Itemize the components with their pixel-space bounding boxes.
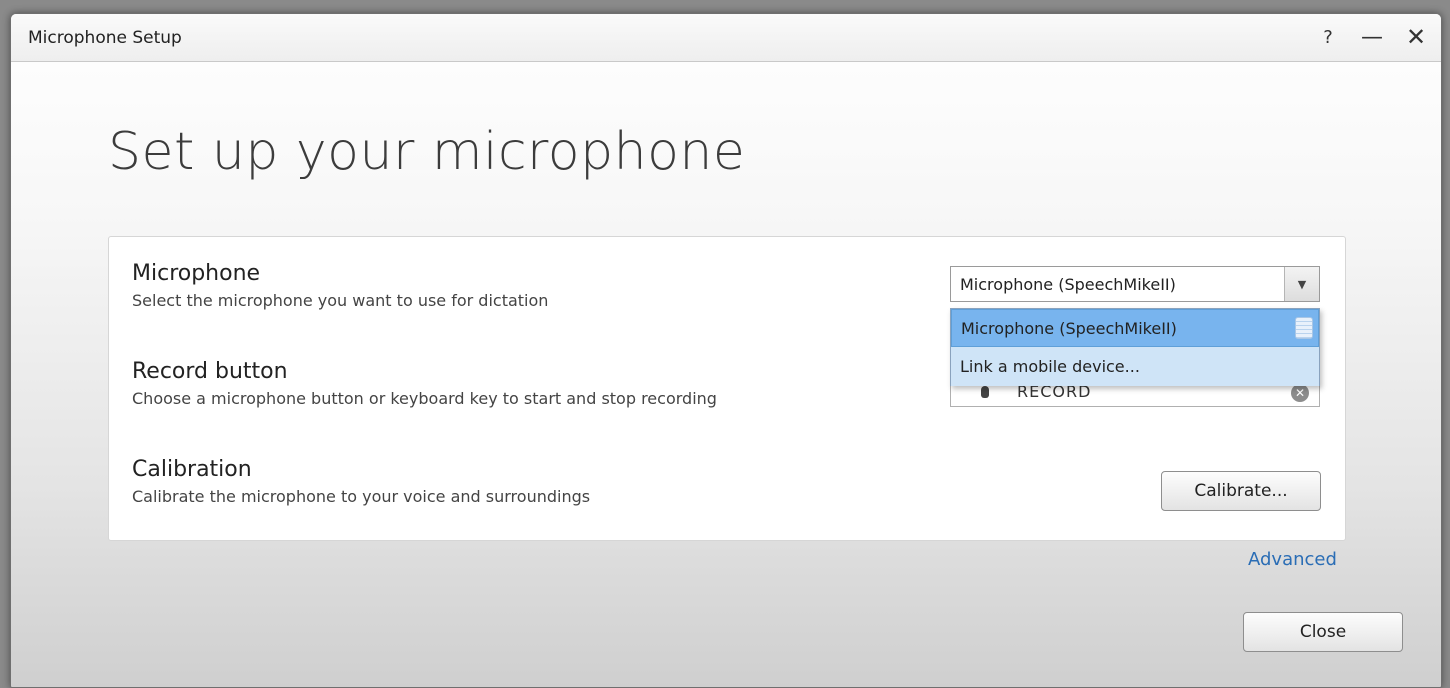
dropdown-option-speechmike[interactable]: Microphone (SpeechMikeII) [951,309,1319,347]
microphone-setting: Microphone Select the microphone you wan… [132,260,548,312]
title-bar[interactable]: Microphone Setup ? — ✕ [11,14,1441,62]
triangle-down-icon[interactable]: ▼ [1284,267,1319,301]
microphone-select[interactable]: Microphone (SpeechMikeII) ▼ [950,266,1320,302]
page-heading: Set up your microphone [108,122,746,182]
microphone-icon [981,386,989,398]
dropdown-option-link-mobile[interactable]: Link a mobile device... [951,348,1319,386]
record-title: Record button [132,359,288,384]
microphone-select-value: Microphone (SpeechMikeII) [960,275,1176,294]
record-description: Choose a microphone button or keyboard k… [132,389,717,408]
clear-record-icon[interactable]: ✕ [1291,384,1309,402]
scroll-grip-icon[interactable] [1295,317,1313,339]
window-title: Microphone Setup [28,28,182,48]
advanced-link[interactable]: Advanced [1248,549,1337,570]
calibration-title: Calibration [132,457,252,482]
settings-panel: Microphone Select the microphone you wan… [108,236,1346,541]
help-button[interactable]: ? [1315,22,1341,52]
microphone-description: Select the microphone you want to use fo… [132,291,549,310]
title-controls: ? — ✕ [1315,22,1429,52]
minimize-button[interactable]: — [1359,22,1385,52]
calibrate-button[interactable]: Calibrate... [1161,471,1321,511]
record-setting: Record button Choose a microphone button… [132,358,717,410]
microphone-title: Microphone [132,261,261,286]
microphone-setup-window: Microphone Setup ? — ✕ Set up your micro… [10,13,1442,688]
calibration-setting: Calibration Calibrate the microphone to … [132,456,590,508]
close-button[interactable]: Close [1243,612,1403,652]
close-window-button[interactable]: ✕ [1403,22,1429,52]
calibration-description: Calibrate the microphone to your voice a… [132,487,591,506]
microphone-dropdown-list: Microphone (SpeechMikeII) Link a mobile … [950,308,1320,386]
